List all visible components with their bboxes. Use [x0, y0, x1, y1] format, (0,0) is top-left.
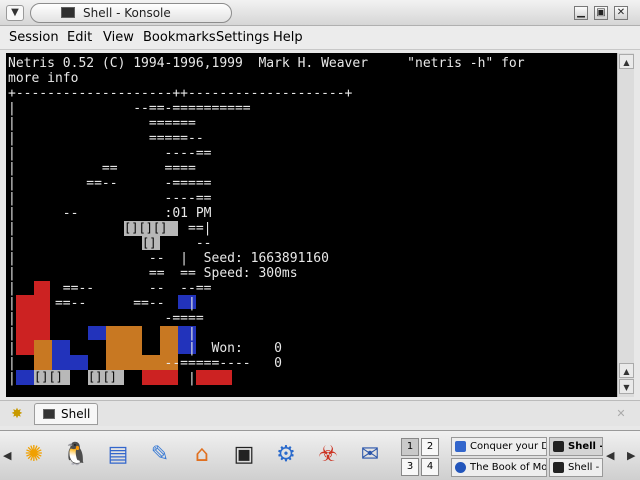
browser-icon: [455, 462, 466, 473]
scroll-down-arrow-icon[interactable]: ▼: [619, 379, 634, 394]
tetris-block: [][]: [88, 370, 124, 385]
terminal-line: | ==-- ==-- |: [8, 296, 196, 311]
terminal-line: +--------------------++-----------------…: [8, 86, 353, 101]
tetris-block: [][]: [34, 370, 70, 385]
tetris-falling-piece: [][][]: [124, 221, 178, 236]
konsole-task-icon: [553, 441, 564, 452]
shell-tab-icon: [43, 409, 55, 419]
desktop-2-button[interactable]: 2: [421, 438, 439, 456]
task-label: The Book of Mo: [470, 462, 547, 473]
terminal-line: | --==-==========: [8, 101, 251, 116]
menu-bar: Session Edit View Bookmarks Settings Hel…: [0, 26, 640, 50]
task-conquer[interactable]: Conquer your D: [451, 437, 547, 456]
panel-scroll-right-icon[interactable]: ▶: [627, 449, 635, 462]
terminal-line: more info: [8, 71, 79, 86]
panel-hide-left-icon[interactable]: ◀: [3, 449, 11, 462]
menu-help[interactable]: Help: [273, 30, 303, 45]
writer-icon[interactable]: ✉: [352, 437, 388, 473]
desktop-3-button[interactable]: 3: [401, 458, 419, 476]
terminal-line: | |: [8, 326, 196, 341]
terminal-line: | ======: [8, 116, 196, 131]
home-icon[interactable]: ⌂: [184, 437, 220, 473]
tetris-falling-piece: []: [142, 236, 160, 250]
panel-scroll-left-icon[interactable]: ◀: [606, 449, 614, 462]
game-icon[interactable]: ☣: [310, 437, 346, 473]
terminal-line: | ----==: [8, 146, 212, 161]
scroll-up-arrow-icon[interactable]: ▲: [619, 363, 634, 378]
new-session-icon[interactable]: ✸: [6, 404, 28, 424]
desktop-1-button[interactable]: 1: [401, 438, 419, 456]
tab-label: Shell: [61, 407, 91, 421]
task-shell-1[interactable]: Shell -: [549, 437, 603, 456]
browser-icon: [455, 441, 466, 452]
window-menu-button[interactable]: ▼: [6, 5, 24, 21]
window-list-icon[interactable]: ▤: [100, 437, 136, 473]
maximize-button[interactable]: ▣: [594, 6, 608, 20]
task-book[interactable]: The Book of Mo: [451, 458, 547, 477]
menu-edit[interactable]: Edit: [67, 30, 92, 45]
minimize-button[interactable]: ▁: [574, 6, 588, 20]
terminal-line: | --=====---- 0: [8, 356, 282, 371]
konsole-title-icon: [61, 7, 75, 18]
close-button[interactable]: ✕: [614, 6, 628, 20]
close-session-icon[interactable]: ✕: [612, 405, 630, 423]
menu-settings[interactable]: Settings: [216, 30, 269, 45]
title-caption[interactable]: Shell - Konsole: [30, 3, 232, 23]
terminal-view[interactable]: Netris 0.52 (C) 1994-1996,1999 Mark H. W…: [6, 53, 617, 397]
terminal-scrollbar[interactable]: ▲ ▲ ▼: [617, 53, 634, 397]
terminal-line: | -- :01 PM: [8, 206, 212, 221]
tetris-block: [196, 370, 232, 385]
terminal-line: | ==-- -=====: [8, 176, 212, 191]
tux-icon[interactable]: 🐧: [58, 437, 94, 473]
terminal-line: | == ====: [8, 161, 196, 176]
menu-view[interactable]: View: [103, 30, 134, 45]
terminal-line: | ==-- -- --==: [8, 281, 212, 296]
terminal-line: | -- | Seed: 1663891160: [8, 251, 329, 266]
task-label: Shell -: [568, 441, 603, 452]
scroll-up-arrow-icon[interactable]: ▲: [619, 54, 634, 69]
menu-bookmarks[interactable]: Bookmarks: [143, 30, 216, 45]
desktop-4-button[interactable]: 4: [421, 458, 439, 476]
terminal-line: | | Won: 0: [8, 341, 282, 356]
tab-shell[interactable]: Shell: [34, 403, 98, 425]
window-title: Shell - Konsole: [83, 6, 171, 20]
menu-session[interactable]: Session: [9, 30, 59, 45]
kde-menu-icon[interactable]: ✺: [16, 437, 52, 473]
konsole-task-icon: [553, 462, 564, 473]
terminal-line: | ----==: [8, 191, 212, 206]
terminal-line: | == == Speed: 300ms: [8, 266, 298, 281]
task-shell-2[interactable]: Shell -: [549, 458, 603, 477]
kde-panel: ◀ ✺ 🐧 ▤ ✎ ⌂ ▣ ⚙ ☣ ✉ 1 2 3 4 Conquer your…: [0, 430, 640, 480]
terminal-line: | =====--: [8, 131, 204, 146]
title-bar[interactable]: ▼ Shell - Konsole ▁ ▣ ✕: [0, 0, 640, 26]
terminal-line: | -====: [8, 311, 204, 326]
terminal-line: | ==|: [8, 221, 212, 236]
kcontrol-icon[interactable]: ✎: [142, 437, 178, 473]
task-label: Shell -: [568, 462, 600, 473]
konqueror-icon[interactable]: ⚙: [268, 437, 304, 473]
task-label: Conquer your D: [470, 441, 547, 452]
konsole-icon[interactable]: ▣: [226, 437, 262, 473]
terminal-line: | --: [8, 236, 212, 251]
session-tab-bar: ✸ Shell ✕: [0, 400, 640, 426]
terminal-line: Netris 0.52 (C) 1994-1996,1999 Mark H. W…: [8, 56, 525, 71]
